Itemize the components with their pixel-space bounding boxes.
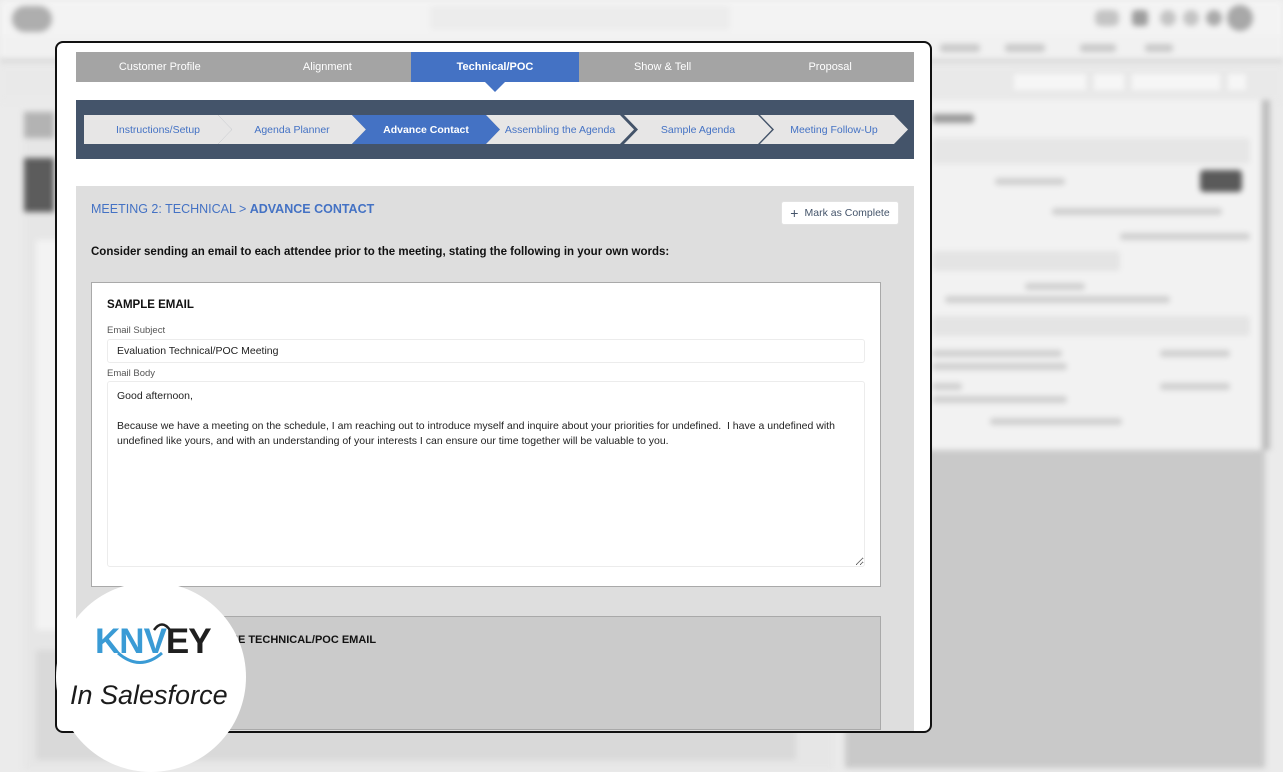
- bg-block: [24, 112, 54, 138]
- bg-header-button: [1092, 72, 1126, 92]
- bg-text-line: [1160, 350, 1230, 357]
- bg-search-box: [430, 6, 730, 30]
- step-label: Agenda Planner: [254, 124, 329, 136]
- bg-text-line: [932, 363, 1067, 370]
- bg-text-line: [932, 383, 962, 390]
- email-subject-input[interactable]: [107, 339, 865, 363]
- logo-ey: EY: [166, 622, 211, 661]
- step-agenda-planner[interactable]: Agenda Planner: [218, 115, 366, 144]
- knvey-badge: [56, 582, 246, 772]
- bg-bell-icon: [1206, 10, 1222, 26]
- plus-icon: +: [790, 206, 798, 220]
- bg-nav-item: [1080, 44, 1116, 52]
- step-label: Sample Agenda: [661, 124, 735, 136]
- tab-label: Show & Tell: [634, 61, 691, 73]
- step-label: Assembling the Agenda: [505, 124, 615, 136]
- bg-cloud-logo-icon: [12, 6, 52, 32]
- sample-email-card: SAMPLE EMAIL Email Subject Email Body Go…: [91, 282, 881, 587]
- instructions-text: Consider sending an email to each attend…: [91, 246, 669, 258]
- bg-text-line: [1025, 283, 1085, 290]
- step-label: Meeting Follow-Up: [790, 124, 878, 136]
- bg-apps-icon: [1132, 10, 1148, 26]
- tab-proposal[interactable]: Proposal: [746, 52, 914, 82]
- email-body-label: Email Body: [107, 368, 155, 379]
- bg-text-line: [1160, 383, 1230, 390]
- bg-section-header: [932, 316, 1250, 336]
- step-progress-bar: Instructions/Setup Agenda Planner Advanc…: [76, 100, 914, 159]
- step-instructions-setup[interactable]: Instructions/Setup: [84, 115, 232, 144]
- tab-label: Proposal: [808, 61, 851, 73]
- bg-text-line: [945, 296, 1170, 303]
- step-advance-contact[interactable]: Advance Contact: [352, 115, 500, 144]
- bg-header-button: [1130, 72, 1222, 92]
- bg-text-line: [932, 396, 1067, 403]
- tab-show-and-tell[interactable]: Show & Tell: [579, 52, 747, 82]
- bg-nav-item: [940, 44, 980, 52]
- bg-help-icon: [1160, 10, 1176, 26]
- bg-text-line: [932, 350, 1062, 357]
- bg-nav-item: [1005, 44, 1045, 52]
- tab-label: Technical/POC: [457, 61, 534, 73]
- tab-customer-profile[interactable]: Customer Profile: [76, 52, 244, 82]
- breadcrumb-current: ADVANCE CONTACT: [250, 202, 375, 216]
- badge-tagline: In Salesforce: [70, 680, 228, 711]
- email-body-textarea[interactable]: Good afternoon, Because we have a meetin…: [107, 381, 865, 567]
- tab-label: Customer Profile: [119, 61, 201, 73]
- bg-text-line: [1120, 233, 1250, 240]
- sample-email-title: SAMPLE EMAIL: [107, 299, 194, 311]
- email-subject-label: Email Subject: [107, 325, 165, 336]
- bg-save-button: [1200, 170, 1242, 192]
- bg-header-button: [1012, 72, 1088, 92]
- tab-label: Alignment: [303, 61, 352, 73]
- mark-as-complete-button[interactable]: + Mark as Complete: [781, 201, 899, 225]
- bg-favorites-icon: [1095, 10, 1119, 26]
- bg-avatar: [1227, 5, 1253, 31]
- tab-alignment[interactable]: Alignment: [244, 52, 412, 82]
- section-title: HE TECHNICAL/POC EMAIL: [230, 634, 376, 646]
- bg-text-line: [995, 178, 1065, 185]
- bg-text-line: [932, 114, 974, 123]
- bg-text-line: [1052, 208, 1222, 215]
- bg-section-header: [932, 251, 1120, 271]
- logo-smile-icon: [115, 650, 165, 666]
- bg-setup-icon: [1183, 10, 1199, 26]
- breadcrumb: MEETING 2: TECHNICAL > ADVANCE CONTACT: [91, 202, 374, 216]
- stage-tabs: Customer Profile Alignment Technical/POC…: [76, 52, 914, 82]
- bg-header-button: [1226, 72, 1248, 92]
- breadcrumb-prefix: MEETING 2: TECHNICAL >: [91, 202, 250, 216]
- bg-nav-item: [1145, 44, 1173, 52]
- step-label: Advance Contact: [383, 124, 469, 136]
- step-assembling-the-agenda[interactable]: Assembling the Agenda: [486, 115, 634, 144]
- bg-tab-strip: [932, 138, 1250, 164]
- bg-text-line: [990, 418, 1122, 425]
- bg-scrollbar: [1262, 100, 1270, 450]
- step-meeting-follow-up[interactable]: Meeting Follow-Up: [760, 115, 908, 144]
- step-sample-agenda[interactable]: Sample Agenda: [624, 115, 772, 144]
- logo-hat-icon: [152, 621, 172, 631]
- bg-block: [24, 158, 54, 212]
- tab-technical-poc[interactable]: Technical/POC: [411, 52, 579, 82]
- step-label: Instructions/Setup: [116, 124, 200, 136]
- mark-as-complete-label: Mark as Complete: [804, 207, 889, 219]
